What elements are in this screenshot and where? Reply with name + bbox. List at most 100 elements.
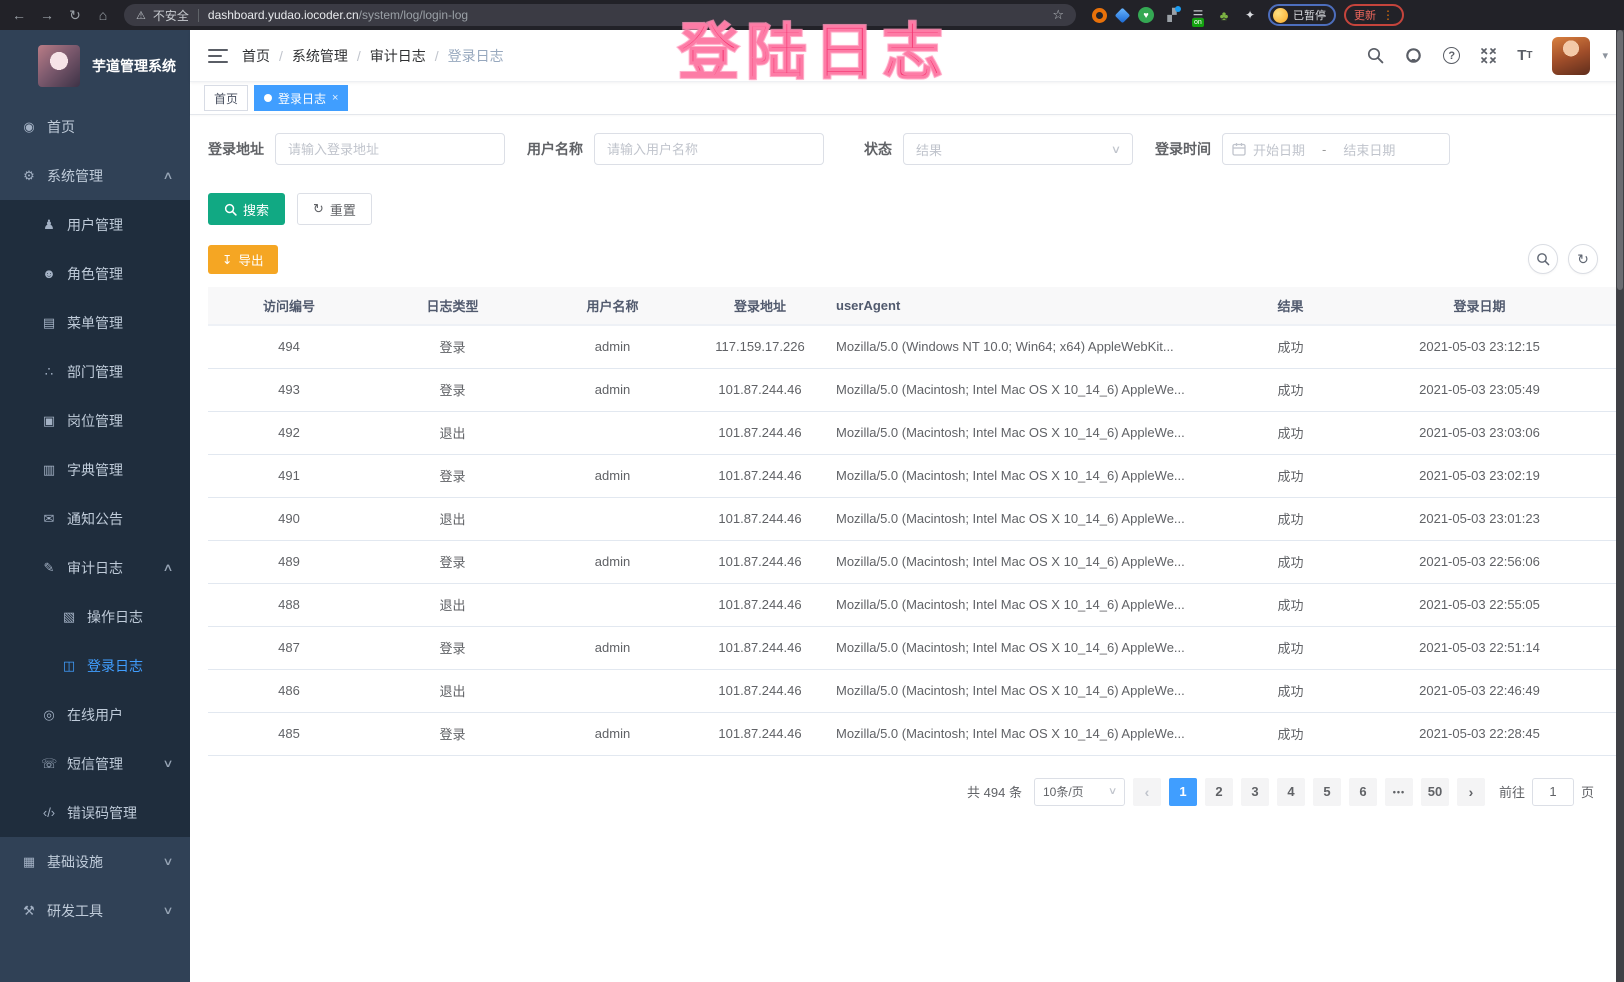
extension-diamond-icon[interactable] <box>1115 7 1131 23</box>
page-button-3[interactable]: 3 <box>1241 778 1269 806</box>
table-cell: 成功 <box>1238 497 1343 540</box>
tag-登录日志[interactable]: 登录日志× <box>254 85 348 111</box>
page-scrollbar[interactable] <box>1616 30 1624 982</box>
extension-leaf-icon[interactable]: ♣ <box>1216 7 1232 23</box>
table-cell: Mozilla/5.0 (Macintosh; Intel Mac OS X 1… <box>830 411 1238 454</box>
sidebar-item-menu[interactable]: ▤菜单管理 <box>0 298 190 347</box>
page-button-5[interactable]: 5 <box>1313 778 1341 806</box>
sidebar-item-sms[interactable]: ☏短信管理∨ <box>0 739 190 788</box>
column-header: 结果 <box>1238 287 1343 325</box>
sidebar-item-audit-log[interactable]: ✎审计日志∧ <box>0 543 190 592</box>
column-header: 用户名称 <box>535 287 690 325</box>
export-button[interactable]: ↧ 导出 <box>208 245 278 274</box>
sidebar-item-home[interactable]: ◉首页 <box>0 102 190 151</box>
sidebar-item-dict[interactable]: ▥字典管理 <box>0 445 190 494</box>
username-input[interactable] <box>594 133 824 165</box>
sidebar-item-user[interactable]: ♟用户管理 <box>0 200 190 249</box>
refresh-button[interactable]: ↻ <box>1568 244 1598 274</box>
login-time-label: 登录时间 <box>1155 139 1211 159</box>
browser-home-icon[interactable]: ⌂ <box>90 4 116 26</box>
github-icon[interactable] <box>1404 46 1423 65</box>
table-cell: 登录 <box>370 540 535 583</box>
status-select[interactable]: 结果 ∨ <box>903 133 1133 165</box>
tag-首页[interactable]: 首页 <box>204 85 248 111</box>
extension-heart-icon[interactable]: ♥ <box>1138 7 1154 23</box>
update-label: 更新 <box>1354 7 1376 23</box>
sidebar-item-devtool[interactable]: ⚒研发工具∨ <box>0 886 190 935</box>
sidebar-item-operate-log[interactable]: ▧操作日志 <box>0 592 190 641</box>
address-input[interactable] <box>275 133 505 165</box>
goto-page-input[interactable] <box>1532 778 1574 806</box>
table-cell: Mozilla/5.0 (Macintosh; Intel Mac OS X 1… <box>830 540 1238 583</box>
scrollbar-thumb[interactable] <box>1617 30 1623 290</box>
more-pages-button[interactable]: ••• <box>1385 778 1413 806</box>
total-count-label: 共 494 条 <box>967 782 1022 801</box>
table-cell: Mozilla/5.0 (Macintosh; Intel Mac OS X 1… <box>830 497 1238 540</box>
browser-reload-icon[interactable]: ↻ <box>62 4 88 26</box>
table-row: 488退出101.87.244.46Mozilla/5.0 (Macintosh… <box>208 583 1616 626</box>
browser-forward-icon[interactable]: → <box>34 4 60 26</box>
browser-profile-chip[interactable]: 已暂停 <box>1268 4 1336 26</box>
table-cell <box>535 411 690 454</box>
breadcrumb-item: 登录日志 <box>448 46 504 66</box>
user-avatar[interactable] <box>1552 37 1590 75</box>
profile-status-label: 已暂停 <box>1293 7 1326 23</box>
page-button-4[interactable]: 4 <box>1277 778 1305 806</box>
extension-list-icon[interactable]: ☰on <box>1190 7 1206 23</box>
prev-page-button[interactable]: ‹ <box>1133 778 1161 806</box>
toggle-search-button[interactable] <box>1528 244 1558 274</box>
table-cell: 485 <box>208 712 370 755</box>
sidebar-item-label: 登录日志 <box>87 656 143 676</box>
browser-menu-icon[interactable]: ⋮ <box>1382 8 1394 22</box>
extension-orange-icon[interactable] <box>1092 8 1107 23</box>
page-button-50[interactable]: 50 <box>1421 778 1449 806</box>
search-button[interactable]: 搜索 <box>208 193 285 225</box>
sidebar-item-online-user[interactable]: ◎在线用户 <box>0 690 190 739</box>
bookmark-star-icon[interactable]: ☆ <box>1052 7 1064 23</box>
sidebar-logo-row[interactable]: 芋道管理系统 <box>0 30 190 102</box>
close-icon[interactable]: × <box>332 92 338 104</box>
sidebar-item-notice[interactable]: ✉通知公告 <box>0 494 190 543</box>
reset-button[interactable]: ↻ 重置 <box>297 193 372 225</box>
table-cell: 退出 <box>370 669 535 712</box>
font-size-icon[interactable]: TT <box>1517 47 1532 64</box>
browser-back-icon[interactable]: ← <box>6 4 32 26</box>
page-button-1[interactable]: 1 <box>1169 778 1197 806</box>
sidebar-item-role[interactable]: ☻角色管理 <box>0 249 190 298</box>
sidebar-item-label: 角色管理 <box>67 264 123 284</box>
sidebar-item-system[interactable]: ⚙系统管理∧ <box>0 151 190 200</box>
extension-puzzle-icon[interactable]: ✦ <box>1242 7 1258 23</box>
security-label[interactable]: 不安全 <box>153 7 189 24</box>
breadcrumb-item[interactable]: 系统管理 <box>292 46 348 66</box>
breadcrumb-item[interactable]: 审计日志 <box>370 46 426 66</box>
page-button-6[interactable]: 6 <box>1349 778 1377 806</box>
table-cell: 2021-05-03 23:02:19 <box>1343 454 1616 497</box>
table-row: 492退出101.87.244.46Mozilla/5.0 (Macintosh… <box>208 411 1616 454</box>
extension-grid-icon[interactable]: ▞ <box>1164 7 1180 23</box>
help-icon[interactable]: ? <box>1443 47 1460 64</box>
sidebar-item-dept[interactable]: ∴部门管理 <box>0 347 190 396</box>
page-size-select[interactable]: 10条/页 ∨ <box>1034 778 1125 806</box>
sidebar-item-login-log[interactable]: ◫登录日志 <box>0 641 190 690</box>
date-separator: - <box>1322 142 1326 157</box>
table-cell <box>535 669 690 712</box>
breadcrumb-separator: / <box>357 48 361 64</box>
fullscreen-icon[interactable] <box>1480 47 1497 64</box>
date-range-picker[interactable]: 开始日期 - 结束日期 <box>1222 133 1450 165</box>
calendar-icon <box>1232 142 1246 156</box>
page-button-2[interactable]: 2 <box>1205 778 1233 806</box>
sidebar-item-errcode[interactable]: ‹/›错误码管理 <box>0 788 190 837</box>
date-end-placeholder: 结束日期 <box>1343 140 1395 159</box>
hamburger-icon[interactable] <box>208 49 228 63</box>
breadcrumb-item[interactable]: 首页 <box>242 46 270 66</box>
table-cell: 2021-05-03 23:05:49 <box>1343 368 1616 411</box>
sidebar-item-infra[interactable]: ▦基础设施∨ <box>0 837 190 886</box>
sidebar-item-post[interactable]: ▣岗位管理 <box>0 396 190 445</box>
search-icon[interactable] <box>1367 47 1384 64</box>
next-page-button[interactable]: › <box>1457 778 1485 806</box>
chevron-down-icon[interactable]: ▾ <box>1602 49 1608 62</box>
table-cell: admin <box>535 540 690 583</box>
table-cell: 退出 <box>370 497 535 540</box>
profile-avatar-icon <box>1273 8 1288 23</box>
browser-update-button[interactable]: 更新 ⋮ <box>1344 4 1404 26</box>
